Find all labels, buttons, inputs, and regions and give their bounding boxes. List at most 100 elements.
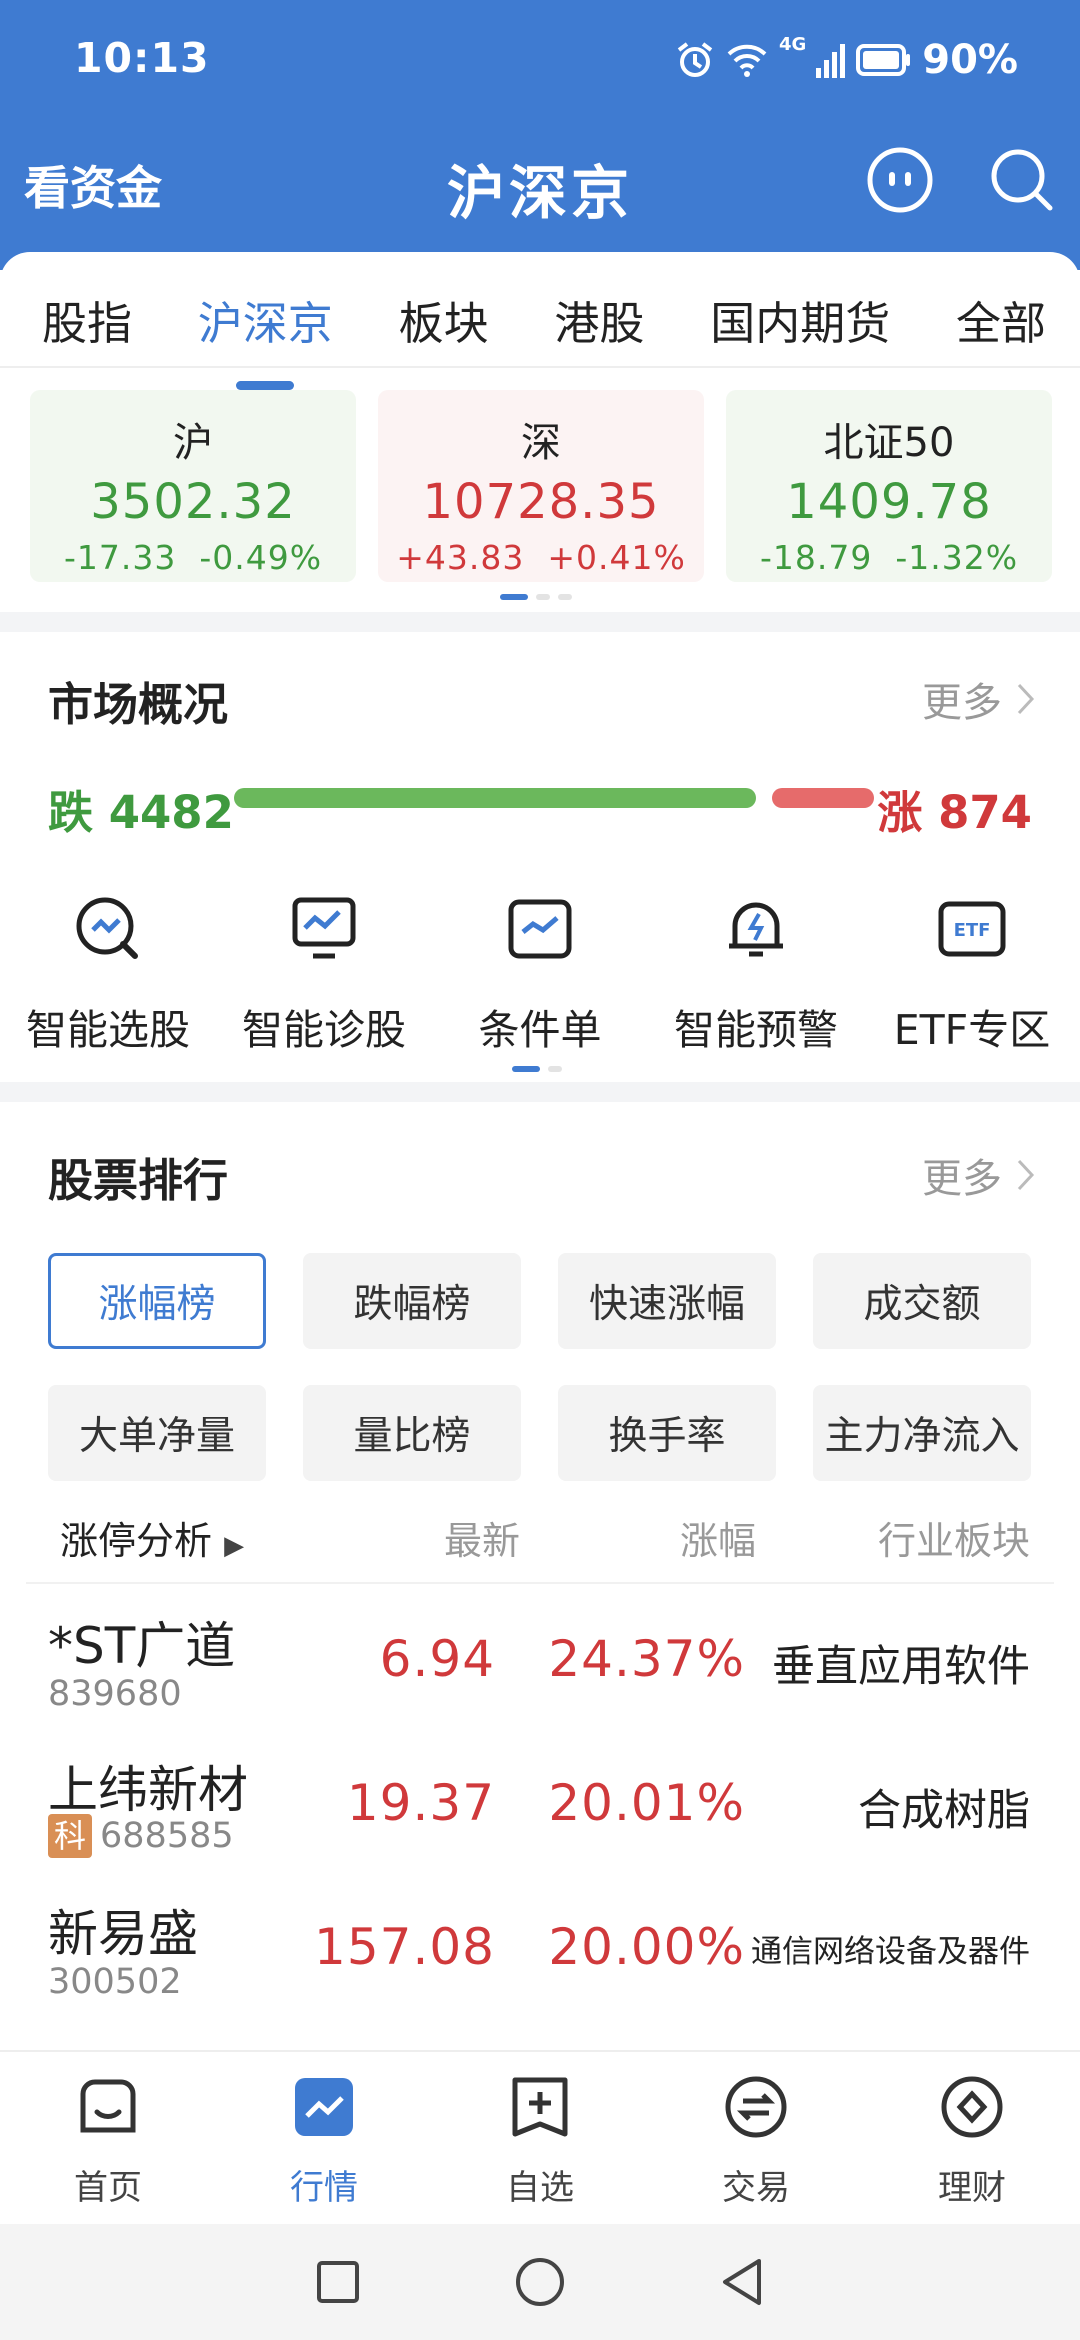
back-icon[interactable]: [717, 2255, 767, 2309]
stock-pct: 20.00%: [548, 1918, 745, 1976]
fall-count: 4482: [108, 786, 234, 839]
table-row[interactable]: 上纬新材 科 688585 19.37 20.01% 合成树脂: [0, 1740, 1080, 1884]
chip-fast-rise[interactable]: 快速涨幅: [558, 1253, 776, 1349]
tool-smart-diagnose[interactable]: 智能诊股: [216, 892, 432, 1056]
index-price: 10728.35: [422, 474, 660, 530]
smart-pick-icon: [76, 897, 138, 959]
more-label: 更多: [922, 680, 1002, 726]
battery-icon: [856, 44, 911, 76]
recent-apps-icon[interactable]: [313, 2257, 363, 2307]
index-pct: -1.32%: [895, 538, 1019, 577]
index-name: 北证50: [823, 420, 955, 466]
wifi-icon: [727, 44, 767, 77]
bottom-nav: 首页 行情 自选 交易 理财: [0, 2050, 1080, 2224]
chip-losers[interactable]: 跌幅榜: [303, 1253, 521, 1349]
nav-label: 首页: [74, 2168, 142, 2208]
index-change: +43.83: [396, 538, 525, 577]
stock-code-text: 688585: [100, 1816, 234, 1856]
status-icons: 4G 90%: [675, 30, 1018, 90]
market-tabs: 股指 沪深京 板块 港股 国内期货 全部: [0, 272, 1080, 368]
monitor-chart-icon: [292, 897, 356, 959]
tab-all[interactable]: 全部: [940, 277, 1062, 362]
more-label: 更多: [922, 1156, 1002, 1202]
tab-hk[interactable]: 港股: [538, 277, 660, 362]
chip-volume-ratio[interactable]: 量比榜: [303, 1385, 521, 1481]
message-face-icon[interactable]: [862, 142, 938, 218]
stock-pct: 20.01%: [548, 1774, 745, 1832]
index-change: -17.33: [63, 538, 177, 577]
network-type: 4G: [778, 34, 807, 55]
search-icon[interactable]: [984, 142, 1060, 218]
chip-turnover-amount[interactable]: 成交额: [813, 1253, 1031, 1349]
chevron-right-icon: [1017, 683, 1035, 715]
nav-market[interactable]: 行情: [244, 2072, 404, 2224]
stock-code: 839680: [48, 1674, 182, 1714]
rise-fall-bar: [234, 786, 874, 810]
index-pct: +0.41%: [547, 538, 686, 577]
col-header-industry: 行业板块: [877, 1519, 1030, 1563]
alarm-icon: [677, 42, 713, 77]
col-header-price[interactable]: 最新: [444, 1510, 520, 1565]
index-card-sh[interactable]: 沪 3502.32 -17.33 -0.49%: [30, 390, 356, 582]
home-circle-icon[interactable]: [513, 2255, 567, 2309]
section-divider: [0, 1082, 1080, 1102]
rise-count-label: 涨 874: [877, 776, 1032, 841]
tool-condition-order[interactable]: 条件单: [432, 892, 648, 1056]
tab-futures[interactable]: 国内期货: [694, 277, 906, 362]
fall-count-label: 跌 4482: [48, 776, 234, 841]
triangle-right-icon: ▶: [224, 1531, 245, 1561]
nav-home[interactable]: 首页: [28, 2072, 188, 2224]
col-header-pct[interactable]: 涨幅: [680, 1510, 756, 1565]
limit-up-analysis-link[interactable]: 涨停分析 ▶: [60, 1510, 244, 1565]
chevron-right-icon: [1017, 1159, 1035, 1191]
rise-count: 874: [938, 786, 1032, 839]
chip-big-order[interactable]: 大单净量: [48, 1385, 266, 1481]
tool-label: 智能诊股: [242, 1006, 406, 1054]
carousel-dots: [500, 594, 572, 600]
condition-order-icon: [508, 899, 572, 959]
stock-code: 科 688585: [48, 1814, 234, 1858]
stock-price: 19.37: [346, 1774, 495, 1832]
home-icon: [80, 2079, 136, 2133]
index-change: -18.79: [759, 538, 873, 577]
bell-icon: [729, 902, 783, 957]
star-market-badge: 科: [48, 1814, 93, 1858]
trade-exchange-icon: [725, 2076, 787, 2138]
rise-label: 涨: [877, 786, 923, 839]
chip-main-inflow[interactable]: 主力净流入: [813, 1385, 1031, 1481]
tool-smart-pick[interactable]: 智能选股: [0, 892, 216, 1056]
add-watchlist-icon: [512, 2077, 568, 2137]
stock-code-text: 839680: [48, 1674, 182, 1714]
table-row[interactable]: 新易盛 300502 157.08 20.00% 通信网络设备及器件: [0, 1884, 1080, 2028]
wealth-icon: [941, 2076, 1003, 2138]
nav-label: 交易: [722, 2168, 790, 2208]
index-card-bz50[interactable]: 北证50 1409.78 -18.79 -1.32%: [726, 390, 1052, 582]
tab-sector[interactable]: 板块: [383, 277, 505, 362]
nav-watchlist[interactable]: 自选: [460, 2072, 620, 2224]
tools-page-dots: [512, 1066, 562, 1072]
tab-index[interactable]: 股指: [26, 277, 148, 362]
nav-wealth[interactable]: 理财: [892, 2072, 1052, 2224]
section-divider: [0, 612, 1080, 632]
tab-hs-bj[interactable]: 沪深京: [182, 277, 349, 362]
table-row[interactable]: *ST广道 839680 6.94 24.37% 垂直应用软件: [0, 1596, 1080, 1740]
stock-price: 6.94: [379, 1630, 495, 1688]
battery-level: 90%: [922, 37, 1018, 83]
ranking-more-link[interactable]: 更多: [922, 1146, 1036, 1204]
tool-label: 智能预警: [674, 1006, 838, 1054]
index-card-sz[interactable]: 深 10728.35 +43.83 +0.41%: [378, 390, 704, 582]
chip-turnover-rate[interactable]: 换手率: [558, 1385, 776, 1481]
chip-gainers[interactable]: 涨幅榜: [48, 1253, 266, 1349]
nav-trade[interactable]: 交易: [676, 2072, 836, 2224]
index-price: 1409.78: [786, 474, 992, 530]
stock-code: 300502: [48, 1962, 182, 2002]
stock-industry: 垂直应用软件: [772, 1642, 1030, 1692]
nav-label: 行情: [290, 2168, 358, 2208]
svg-text:ETF: ETF: [954, 920, 991, 941]
tool-label: 智能选股: [26, 1006, 190, 1054]
tool-etf-zone[interactable]: ETF ETF专区: [864, 892, 1080, 1056]
row-divider: [26, 1582, 1054, 1584]
stock-price: 157.08: [314, 1918, 495, 1976]
market-more-link[interactable]: 更多: [922, 670, 1036, 728]
tool-smart-alert[interactable]: 智能预警: [648, 892, 864, 1056]
